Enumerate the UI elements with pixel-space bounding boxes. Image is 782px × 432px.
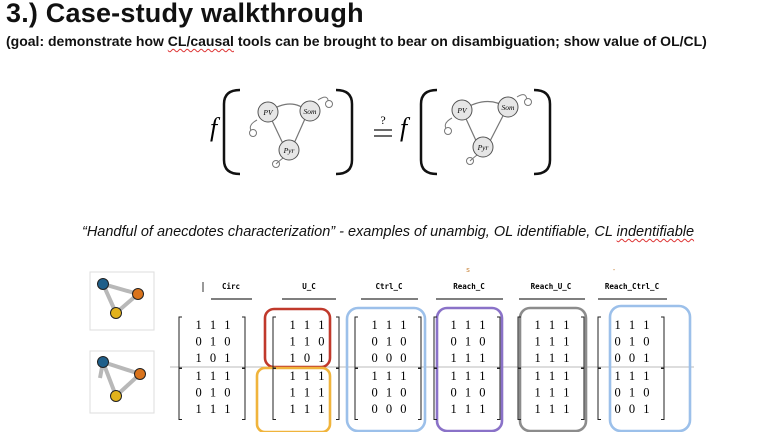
matrix-row: 0 0 1 [615,402,650,416]
equation: f PV Som Pyr ? f PV Som Pyr [210,88,552,176]
paren-right-close [533,88,552,176]
node-som-label-right: Som [502,103,516,112]
matrix-row: 1 1 1 [196,402,231,416]
matrix-row: 1 1 1 [535,318,570,332]
matrix-bracket-left [178,316,182,369]
matrix-row: 0 0 0 [372,402,407,416]
matrix-bracket-right [497,367,501,420]
stray-mark: - [613,267,616,274]
column-header: Reach_Ctrl_C [605,282,659,291]
paren-left-open [222,88,241,176]
examples-caption: “Handful of anecdotes characterization” … [82,224,694,240]
matrix-bracket-right [336,367,340,420]
matrix-bracket-right [242,316,246,369]
matrix-row: 0 0 0 [372,351,407,365]
matrix-row: 0 1 0 [196,335,231,349]
matrix-row: 1 1 1 [196,369,231,383]
caption-spellcheck-word: indentifiable [616,224,695,240]
matrix-row: 0 1 0 [451,335,486,349]
matrix-bracket-right [581,367,585,420]
func-right: f [400,113,411,142]
node-pv-label-right: PV [456,106,468,115]
matrix-bracket-right [661,367,665,420]
circuit-thumbnail-2 [89,350,155,414]
caption-text: “Handful of anecdotes characterization” … [82,224,617,240]
matrix-row: 0 1 0 [615,335,650,349]
node-som-label: Som [304,107,318,116]
matrix-row: 0 1 0 [451,386,486,400]
matrix-row: 1 1 1 [290,386,325,400]
matrix-row: 1 1 1 [535,369,570,383]
matrix-bracket-right [661,316,665,369]
node-pyr-label: Pyr [283,146,295,155]
matrix-row: 1 1 1 [196,318,231,332]
matrix-row: 0 1 0 [615,386,650,400]
matrix-row: 1 1 1 [451,402,486,416]
matrix-row: 1 1 1 [290,369,325,383]
matrix-row: 0 1 0 [372,386,407,400]
paren-right-open [419,88,438,176]
matrix-bracket-right [418,316,422,369]
matrix-row: 1 1 1 [535,335,570,349]
matrix-bracket-left [272,367,276,420]
matrix-row: 1 1 1 [290,402,325,416]
matrix-row: 1 1 1 [535,386,570,400]
circuit-thumbnail-1 [89,271,155,331]
matrix-row: 1 1 0 [290,335,325,349]
matrix-row: 1 1 1 [615,318,650,332]
column-header: U_C [302,282,316,291]
stray-mark: s [466,267,470,274]
matrix-row: 1 1 1 [615,369,650,383]
matrix-row: 1 0 1 [196,351,231,365]
matrix-bracket-left [597,316,601,369]
matrix-row: 0 1 0 [196,386,231,400]
matrix-bracket-right [242,367,246,420]
matrix-bracket-left [354,316,358,369]
column-header: Ctrl_C [375,282,402,291]
slide-graphics: f PV Som Pyr ? f PV Som Pyr Circ U_C Ctr… [89,88,694,432]
func-left: f [210,113,221,142]
graph-left: PV Som Pyr [249,96,333,168]
graph-right: PV Som Pyr [444,94,532,165]
matrix-row: 0 1 0 [372,335,407,349]
matrix-row: 1 1 1 [451,369,486,383]
node-pv-label: PV [262,108,274,117]
node-pyr-label-right: Pyr [477,143,489,152]
paren-left-close [335,88,354,176]
matrix-row: 1 1 1 [372,318,407,332]
matrix-bracket-right [497,316,501,369]
matrix-row: 1 1 1 [535,351,570,365]
matrix-bracket-left [597,367,601,420]
matrix-row: 1 1 1 [451,318,486,332]
matrix-bracket-right [336,316,340,369]
matrix-row: 1 1 1 [372,369,407,383]
column-header: Reach_U_C [531,282,572,291]
column-header: Circ [222,282,240,291]
relation-question: ? [380,113,385,127]
matrix-row: 1 0 1 [290,351,325,365]
matrix-bracket-right [418,367,422,420]
matrix-bracket-left [178,367,182,420]
matrix-row: 1 1 1 [535,402,570,416]
column-header: Reach_C [453,282,485,291]
matrix-bracket-left [354,367,358,420]
matrix-row: 0 0 1 [615,351,650,365]
matrix-row: 1 1 1 [451,351,486,365]
matrix-table: Circ U_C Ctrl_C Reach_C Reach_U_C Reach_Ctrl_… [170,267,694,432]
matrix-row: 1 1 1 [290,318,325,332]
matrix-bracket-left [272,316,276,369]
matrix-bracket-right [581,316,585,369]
